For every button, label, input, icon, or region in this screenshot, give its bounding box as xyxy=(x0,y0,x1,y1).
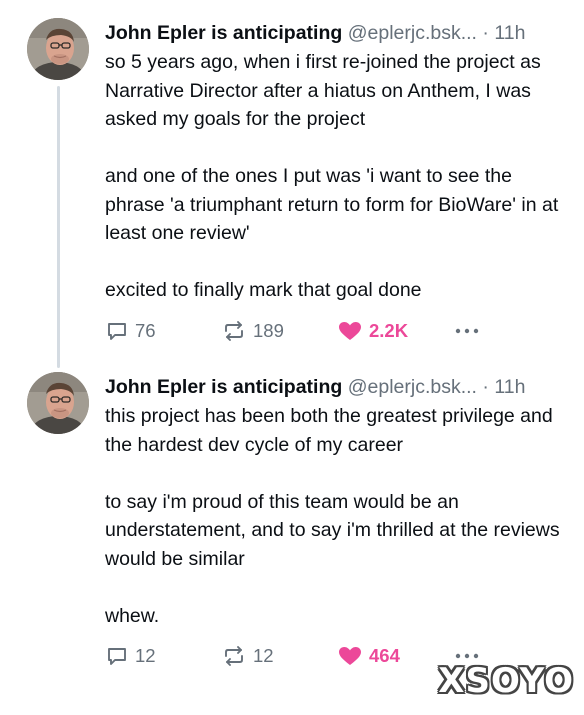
reply-count: 76 xyxy=(135,319,156,341)
post-paragraph: whew. xyxy=(105,604,160,627)
post-paragraph: this project has been both the greatest … xyxy=(105,405,553,456)
avatar[interactable] xyxy=(27,18,89,80)
repost-button[interactable]: 189 xyxy=(221,316,284,346)
post-timestamp[interactable]: 11h xyxy=(494,22,525,44)
post-header: John Epler is anticipating @eplerjc.bsk.… xyxy=(105,372,575,402)
heart-icon xyxy=(339,647,361,665)
post-paragraph: so 5 years ago, when i first re-joined t… xyxy=(105,51,541,130)
reply-count: 12 xyxy=(135,645,156,666)
author-name[interactable]: John Epler is anticipating xyxy=(105,22,342,44)
post-paragraph: to say i'm proud of this team would be a… xyxy=(105,490,560,570)
like-count: 464 xyxy=(369,645,400,666)
like-count: 2.2K xyxy=(369,319,409,341)
like-button[interactable]: 2.2K xyxy=(337,316,408,346)
thread-connector-line xyxy=(57,86,60,368)
repost-icon xyxy=(225,320,243,341)
repost-count: 12 xyxy=(253,645,274,666)
avatar-photo xyxy=(27,372,89,434)
separator-dot: · xyxy=(482,22,489,44)
separator-dot: · xyxy=(482,376,489,398)
repost-icon xyxy=(225,646,243,666)
author-handle[interactable]: @eplerjc.bsk... xyxy=(348,22,477,44)
reply-icon xyxy=(108,322,126,340)
repost-count: 189 xyxy=(253,319,284,341)
avatar-photo xyxy=(27,18,89,80)
reply-button[interactable]: 12 xyxy=(105,641,156,671)
more-options-button[interactable] xyxy=(454,316,486,346)
like-button[interactable]: 464 xyxy=(337,641,400,671)
post-actions: 76 189 2.2K xyxy=(105,316,575,346)
reply-button[interactable]: 76 xyxy=(105,316,156,346)
repost-button[interactable]: 12 xyxy=(221,641,274,671)
post-header: John Epler is anticipating @eplerjc.bsk.… xyxy=(105,18,575,48)
more-icon xyxy=(455,328,479,333)
post-text: this project has been both the greatest … xyxy=(105,402,575,630)
post-text: so 5 years ago, when i first re-joined t… xyxy=(105,48,575,305)
avatar[interactable] xyxy=(27,372,89,434)
author-handle[interactable]: @eplerjc.bsk... xyxy=(348,376,477,398)
post-paragraph: and one of the ones I put was 'i want to… xyxy=(105,165,559,244)
post-timestamp[interactable]: 11h xyxy=(494,376,525,398)
author-name[interactable]: John Epler is anticipating xyxy=(105,376,342,398)
watermark: XSOYO xyxy=(438,661,574,701)
post-paragraph: excited to finally mark that goal done xyxy=(105,279,422,301)
reply-icon xyxy=(108,648,126,665)
heart-icon xyxy=(339,321,361,340)
